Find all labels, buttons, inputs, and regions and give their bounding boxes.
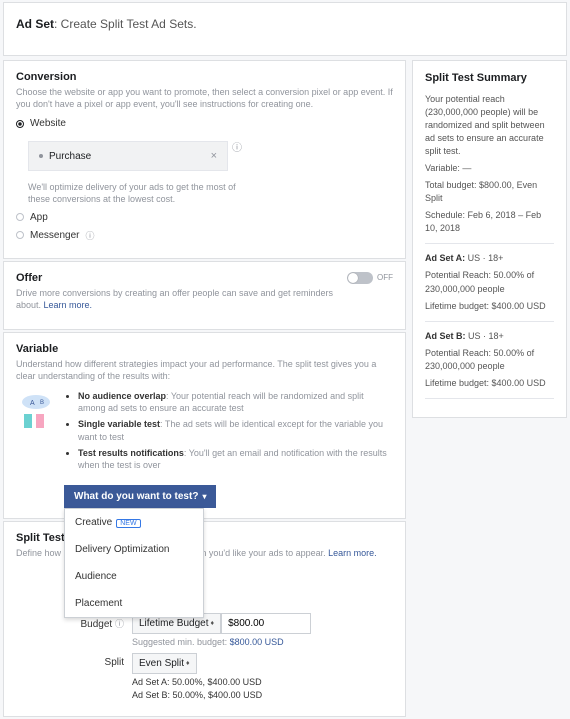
conversion-sub: Choose the website or app you want to pr… [16,86,393,110]
summary-intro: Your potential reach (230,000,000 people… [425,93,554,158]
bullet-single-var: Single variable test: The ad sets will b… [78,418,393,442]
radio-icon [16,231,24,239]
info-icon[interactable]: ⓘ [115,619,124,629]
budget-learn-link[interactable]: Learn more. [328,548,377,558]
header-subtitle: : Create Split Test Ad Sets. [54,17,197,31]
option-label: App [30,212,48,223]
split-select[interactable]: Even Split ♦ [132,653,197,674]
summary-schedule: Schedule: Feb 6, 2018 – Feb 10, 2018 [425,209,554,235]
conversion-section: Conversion Choose the website or app you… [3,60,406,259]
variable-title: Variable [16,343,393,355]
offer-toggle[interactable]: OFF [347,272,393,284]
radio-icon [16,120,24,128]
menu-audience[interactable]: Audience [65,563,203,590]
menu-placement[interactable]: Placement [65,590,203,617]
suggested-budget: Suggested min. budget: $800.00 USD [132,637,311,647]
option-label: Website [30,118,66,129]
split-label: Split [16,653,124,668]
header-title: Ad Set [16,17,54,31]
offer-section: Offer Drive more conversions by creating… [3,261,406,330]
select-caret-icon: ♦ [186,660,190,667]
bullet-notifications: Test results notifications: You'll get a… [78,447,393,471]
offer-title: Offer [16,272,347,284]
close-icon[interactable]: × [211,150,217,162]
menu-delivery[interactable]: Delivery Optimization [65,536,203,563]
summary-b-reach: Potential Reach: 50.00% of 230,000,000 p… [425,347,554,373]
conversion-event-select[interactable]: Purchase × [28,141,228,171]
new-badge: NEW [116,519,140,528]
toggle-label: OFF [377,273,393,282]
summary-title: Split Test Summary [425,71,554,87]
adset-b-line: Ad Set B: 50.00%, $400.00 USD [132,690,262,700]
info-icon[interactable]: ⓘ [232,139,242,154]
conversion-title: Conversion [16,71,393,83]
conversion-event-value: Purchase [49,151,91,162]
select-caret-icon: ♦ [211,620,215,627]
budget-amount-input[interactable] [221,613,311,634]
svg-text:B: B [40,400,44,406]
variable-illustration: AB [16,390,56,508]
adset-a-line: Ad Set A: 50.00%, $400.00 USD [132,677,262,687]
radio-icon [16,213,24,221]
summary-adset-a: Ad Set A: US · 18+ [425,252,554,265]
page-header: Ad Set: Create Split Test Ad Sets. [3,2,567,56]
what-to-test-button[interactable]: What do you want to test?▾ [64,485,216,508]
option-label: Messenger [30,230,79,241]
bullet-no-overlap: No audience overlap: Your potential reac… [78,390,393,414]
menu-creative[interactable]: CreativeNEW [65,509,203,536]
summary-b-budget: Lifetime budget: $400.00 USD [425,377,554,390]
option-messenger[interactable]: Messenger ⓘ [16,229,393,242]
variable-section: Variable Understand how different strate… [3,332,406,519]
summary-adset-b: Ad Set B: US · 18+ [425,330,554,343]
variable-sub: Understand how different strategies impa… [16,358,393,382]
test-options-menu: CreativeNEW Delivery Optimization Audien… [64,508,204,618]
summary-variable: Variable: — [425,162,554,175]
bullet-icon [39,154,43,158]
summary-total-budget: Total budget: $800.00, Even Split [425,179,554,205]
offer-learn-link[interactable]: Learn more. [44,300,93,310]
svg-text:A: A [30,400,35,407]
option-app[interactable]: App [16,212,393,223]
offer-sub: Drive more conversions by creating an of… [16,287,347,311]
summary-a-budget: Lifetime budget: $400.00 USD [425,300,554,313]
caret-down-icon: ▾ [202,492,206,501]
summary-a-reach: Potential Reach: 50.00% of 230,000,000 p… [425,269,554,295]
optimize-note: We'll optimize delivery of your ads to g… [28,181,248,205]
info-icon[interactable]: ⓘ [85,229,94,242]
summary-panel: Split Test Summary Your potential reach … [412,60,567,418]
option-website[interactable]: Website [16,118,393,129]
